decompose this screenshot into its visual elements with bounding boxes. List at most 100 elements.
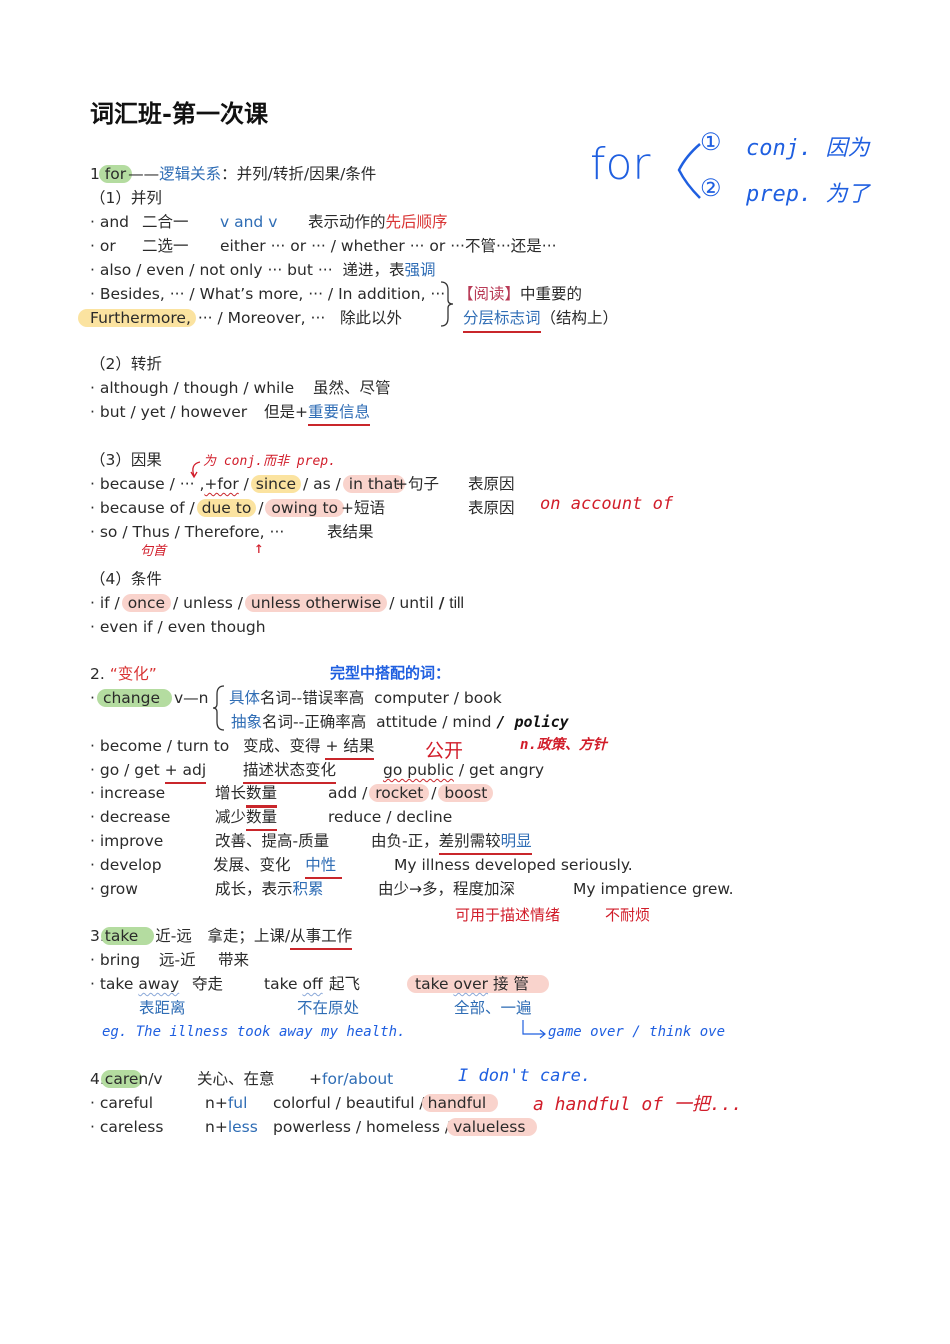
because-suffix: +句子 [395, 475, 439, 493]
take-away-meaning: 夺走 [192, 975, 224, 993]
policy-handnote: / policy [496, 713, 569, 731]
row-careless: · careless [90, 1118, 164, 1136]
care-highlight: care [100, 1070, 143, 1088]
slash: / [438, 594, 445, 612]
meaning: 发展、变化 [213, 856, 291, 874]
note-ul-text: 差别需较 [438, 832, 501, 850]
take-over-highlight: take over 接 管 [407, 975, 549, 993]
due-to-highlight: due to [196, 499, 257, 517]
take-away-example: eg. The illness took away my health. [102, 1024, 406, 1040]
work-underlined: 从事工作 [290, 927, 353, 950]
develop-meaning: 发展、变化 中性 [213, 855, 343, 879]
reading-bracket: 【阅读】 [458, 285, 521, 303]
accumulate-highlight: 积累 [292, 880, 324, 898]
since-highlight: since [250, 475, 302, 493]
section-2-heading: 2. “变化” [90, 664, 157, 684]
improve-note: 由负-正，差别需较明显 [371, 831, 532, 855]
row-even-if: · even if / even though [90, 618, 266, 636]
note: 表示动作的 [308, 213, 386, 231]
row-grow: · grow [90, 880, 138, 898]
note: 由负-正， [371, 832, 439, 850]
meaning: 增长 [215, 784, 247, 802]
concrete-eg: computer / book [374, 689, 502, 707]
because-pre: · because / ··· , [90, 475, 205, 493]
away: away [138, 975, 180, 993]
quantity-underlined: 数量 [246, 784, 278, 807]
left-brace [212, 685, 225, 731]
reading-text: 中重要的 [520, 285, 583, 303]
over: over [453, 975, 489, 993]
n-plus: n+ [205, 1118, 228, 1136]
owing-to-highlight: owing to [265, 499, 345, 517]
because-of-suffix: +短语 [341, 499, 386, 517]
note-highlight: 先后顺序 [385, 213, 448, 231]
because-mid: / as / [298, 475, 346, 493]
row-careful: · careful [90, 1094, 154, 1112]
row-because-of: · because of / due to / owing to +短语 [90, 498, 385, 518]
marker-note: 分层标志词（结构上） [463, 308, 618, 333]
important-info: 重要信息 [308, 403, 371, 426]
quantity-underlined: 数量 [246, 806, 278, 831]
change-vn: v—n [174, 689, 209, 707]
if-mid: / unless / [168, 594, 248, 612]
row-and-pattern: v and v [220, 213, 278, 231]
suffix: ful [227, 1094, 248, 1112]
row-if: · if / once / unless / unless otherwise … [90, 593, 464, 614]
section-3-heading: 3.take 近-远 拿走；上课/从事工作 [90, 926, 353, 950]
word: · go / get [90, 761, 165, 779]
grow-eg: My impatience grew. [573, 880, 734, 898]
change-label: “变化” [109, 665, 157, 683]
adj-underlined: + adj [164, 761, 207, 784]
row-decrease: · decrease [90, 808, 171, 826]
careless-suffix: n+less [205, 1117, 258, 1137]
note-highlight: 强调 [404, 261, 436, 279]
but-meaning: 但是+ [264, 403, 308, 421]
row-take-away: · take away [90, 974, 179, 994]
change-highlight: change [96, 689, 172, 707]
meaning: 减少 [215, 808, 247, 826]
grow-meaning: 成长，表示积累 [215, 879, 324, 899]
row-improve: · improve [90, 832, 164, 850]
careful-eg: colorful / beautiful / handful [273, 1093, 499, 1113]
off-note: 不在原处 [297, 999, 360, 1017]
plus-for: +for [204, 475, 239, 493]
concrete-text: 名词--错误率高 [260, 689, 365, 707]
row-become: · become / turn to [90, 737, 230, 755]
decrease-meaning: 减少数量 [215, 806, 278, 831]
note: 递进，表 [342, 261, 405, 279]
row-or-meaning: 二选一 [142, 237, 189, 255]
careful-suffix: n+ful [205, 1093, 247, 1113]
increase-meaning: 增长数量 [215, 783, 278, 807]
logic-label: 逻辑关系 [159, 165, 222, 183]
abstract-noun: 抽象名词--正确率高 attitude / mind / policy [231, 712, 569, 732]
dash: —— [128, 165, 160, 183]
valueless-highlight: valueless [447, 1118, 538, 1136]
if-pre: · if / [90, 594, 125, 612]
page-title: 词汇班-第一次课 [90, 99, 268, 128]
meaning-underlined: 描述状态变化 [243, 761, 337, 784]
pre: · take [90, 975, 139, 993]
row-bring: · bring [90, 951, 141, 969]
section-1-heading: 1.for ——逻辑关系：并列/转折/因果/条件 [90, 164, 376, 184]
sub4-heading: （4）条件 [90, 570, 162, 588]
logic-types: 并列/转折/因果/条件 [236, 165, 377, 183]
pre: take [264, 975, 303, 993]
bullet: · [90, 689, 95, 707]
become-meaning: 变成、变得 + 结果 [243, 736, 375, 760]
take-over-meaning: 接 管 [488, 975, 529, 993]
row-take-off: take off [264, 974, 323, 994]
eg: colorful / beautiful / [273, 1094, 425, 1112]
colon: ： [221, 165, 237, 183]
cloze-handnote: 完型中搭配的词： [330, 664, 451, 682]
suffix: less [227, 1118, 258, 1136]
section-4-heading: 4.caren/v [90, 1069, 163, 1089]
row-develop: · develop [90, 856, 162, 874]
take-highlight: take [100, 927, 155, 945]
improve-meaning: 改善、提高-质量 [215, 832, 330, 850]
on-account-of-handnote: on account of [540, 494, 674, 514]
row-but: · but / yet / however [90, 403, 248, 421]
careless-eg: powerless / homeless / valueless [273, 1117, 538, 1137]
sub2-heading: （2）转折 [90, 355, 162, 373]
row-or-word: · or [90, 237, 116, 255]
annotation-num-2: ② [700, 174, 722, 202]
